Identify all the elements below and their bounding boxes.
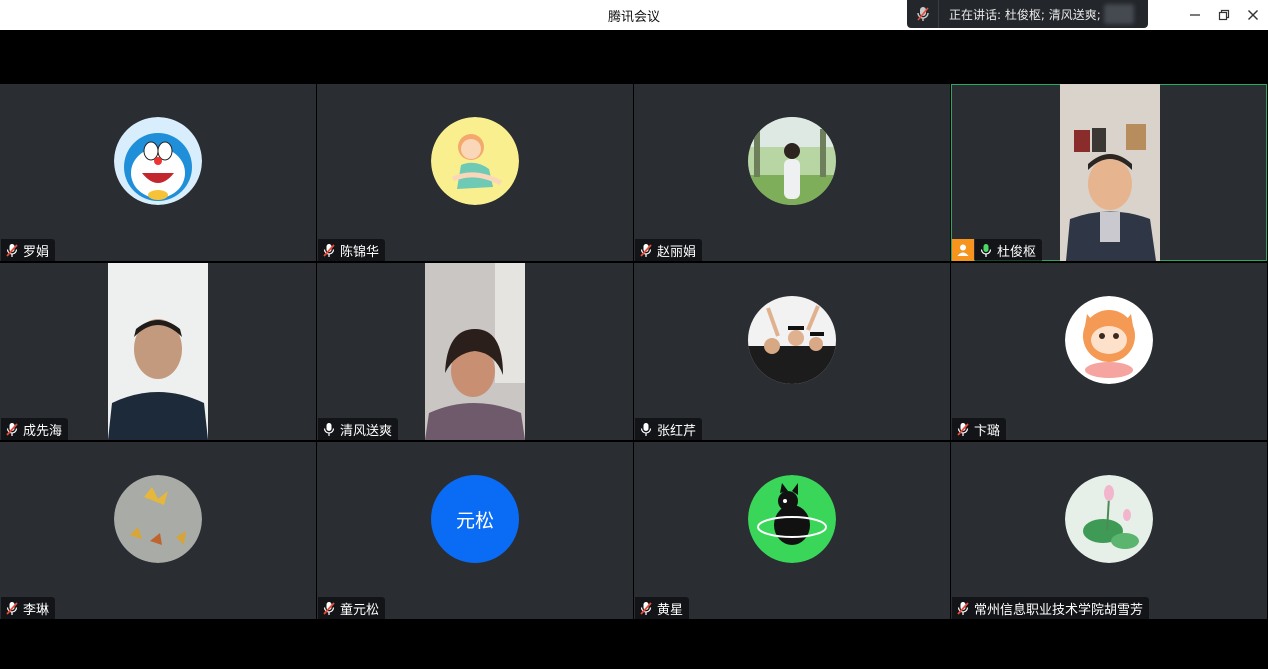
bottom-toolbar-area — [0, 620, 1268, 669]
participant-name: 李琳 — [23, 602, 50, 618]
participant-nametag: 赵丽娟 — [635, 239, 703, 261]
tiger-cartoon-avatar — [1065, 296, 1153, 384]
participant-tile[interactable]: 赵丽娟 — [634, 84, 950, 261]
microphone-muted-icon — [4, 420, 20, 438]
participant-tile[interactable]: 张红芹 — [634, 263, 950, 440]
participant-tile[interactable]: 元松 童元松 — [317, 442, 633, 619]
participant-name: 赵丽娟 — [657, 244, 697, 260]
speaking-indicator: 正在讲话: 杜俊枢; 清风送爽; — [907, 0, 1148, 28]
text-avatar: 元松 — [431, 475, 519, 563]
lotus-painting-avatar — [1065, 475, 1153, 563]
microphone-muted-icon — [638, 599, 654, 617]
participant-video — [1060, 84, 1160, 261]
host-badge — [952, 239, 974, 261]
speaking-text: 正在讲话: 杜俊枢; 清风送爽; — [949, 7, 1101, 22]
doraemon-avatar — [114, 117, 202, 205]
participant-name: 卞璐 — [974, 423, 1001, 439]
participant-name: 罗娟 — [23, 244, 50, 260]
microphone-muted-icon — [955, 599, 971, 617]
participant-name: 黄星 — [657, 602, 684, 618]
participant-nametag: 陈锦华 — [318, 239, 386, 261]
participant-nametag: 清风送爽 — [318, 418, 399, 440]
participant-video — [425, 263, 525, 440]
microphone-muted-icon — [4, 599, 20, 617]
participant-nametag: 张红芹 — [635, 418, 703, 440]
yoga-girl-avatar — [431, 117, 519, 205]
participant-name: 童元松 — [340, 602, 380, 618]
autumn-leaves-avatar — [114, 475, 202, 563]
participant-tile[interactable]: 黄星 — [634, 442, 950, 619]
microphone-muted-icon — [321, 599, 337, 617]
microphone-muted-icon — [638, 241, 654, 259]
microphone-muted-icon — [4, 241, 20, 259]
microphone-on-icon — [978, 241, 994, 259]
graduation-photo-avatar — [748, 296, 836, 384]
participant-nametag: 李琳 — [1, 597, 56, 619]
user-icon — [957, 244, 969, 256]
participant-tile[interactable]: 李琳 — [0, 442, 316, 619]
video-grid: 罗娟 陈锦华 赵丽娟 杜俊枢 成先海 清风送爽 张红芹 卞璐 李琳 元松 童元松… — [0, 84, 1268, 620]
participant-tile[interactable]: 常州信息职业技术学院胡雪芳 — [951, 442, 1267, 619]
title-bar: 腾讯会议 正在讲话: 杜俊枢; 清风送爽; — [0, 0, 1268, 30]
restore-button[interactable] — [1209, 0, 1239, 30]
participant-nametag: 常州信息职业技术学院胡雪芳 — [952, 597, 1150, 619]
participant-nametag: 罗娟 — [1, 239, 56, 261]
avatar-initials: 元松 — [455, 509, 494, 532]
participant-tile[interactable]: 陈锦华 — [317, 84, 633, 261]
participant-name: 清风送爽 — [340, 423, 393, 439]
restore-icon — [1218, 9, 1230, 21]
participant-name: 杜俊枢 — [997, 244, 1037, 260]
close-icon — [1248, 10, 1258, 20]
close-button[interactable] — [1238, 0, 1268, 30]
minimize-button[interactable] — [1180, 0, 1210, 30]
participant-nametag: 童元松 — [318, 597, 386, 619]
participant-nametag: 杜俊枢 — [975, 239, 1043, 261]
participant-name: 陈锦华 — [340, 244, 380, 260]
participant-tile[interactable]: 罗娟 — [0, 84, 316, 261]
participant-nametag: 卞璐 — [952, 418, 1007, 440]
minimize-icon — [1190, 14, 1200, 16]
microphone-muted-icon — [907, 0, 939, 28]
microphone-muted-icon — [321, 241, 337, 259]
microphone-on-icon — [638, 420, 654, 438]
participant-name: 成先海 — [23, 423, 63, 439]
participant-tile[interactable]: 成先海 — [0, 263, 316, 440]
black-cat-avatar — [748, 475, 836, 563]
participant-tile[interactable]: 清风送爽 — [317, 263, 633, 440]
participant-nametag: 成先海 — [1, 418, 69, 440]
participant-tile[interactable]: 卞璐 — [951, 263, 1267, 440]
microphone-on-icon — [321, 420, 337, 438]
active-speaker-tile[interactable]: 杜俊枢 — [951, 84, 1267, 261]
participant-name: 张红芹 — [657, 423, 697, 439]
blurred-region — [1104, 4, 1134, 24]
park-photo-avatar — [748, 117, 836, 205]
participant-nametag: 黄星 — [635, 597, 690, 619]
participant-name: 常州信息职业技术学院胡雪芳 — [974, 602, 1144, 618]
microphone-muted-icon — [955, 420, 971, 438]
participant-video — [108, 263, 208, 440]
